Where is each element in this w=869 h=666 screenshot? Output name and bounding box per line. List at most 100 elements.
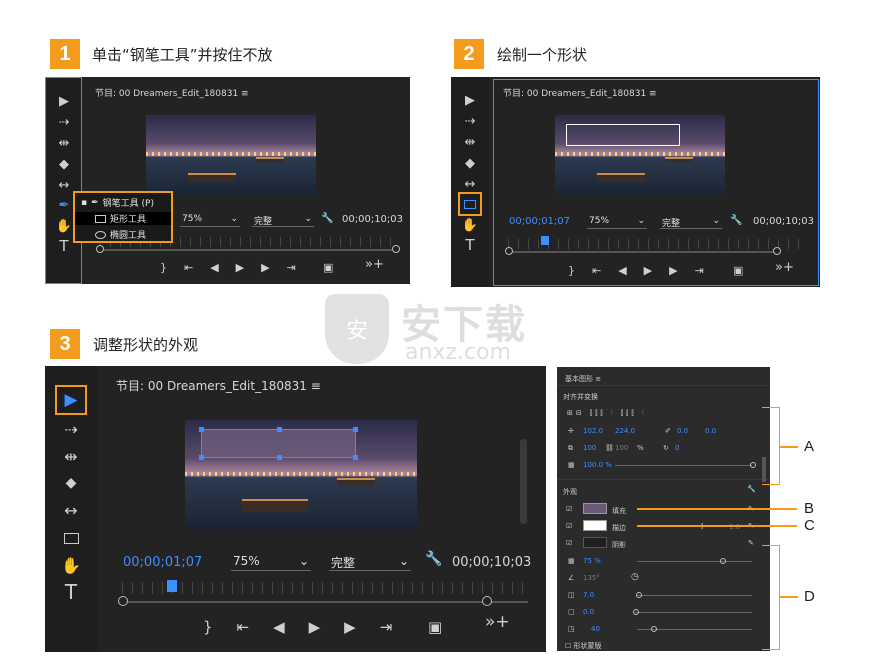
appearance-wrench-icon[interactable]: 🔧: [747, 485, 756, 493]
rotation-value[interactable]: 0: [675, 444, 679, 452]
shadow-opacity[interactable]: 75 %: [583, 557, 601, 565]
razor-icon[interactable]: ◆: [56, 156, 72, 172]
rectangle-tool-icon[interactable]: [59, 527, 83, 549]
button-editor-icon[interactable]: ▣: [428, 618, 442, 636]
scrub-track[interactable]: [123, 601, 528, 603]
razor-icon[interactable]: ◆: [462, 155, 478, 171]
menu-item-pen[interactable]: ▪ ✒ 钢笔工具 (P): [75, 196, 171, 210]
selection-tool-icon[interactable]: ▶: [462, 92, 478, 108]
type-tool-icon[interactable]: T: [56, 237, 72, 255]
track-select-icon[interactable]: ⇢: [56, 114, 72, 130]
ripple-edit-icon[interactable]: ⇹: [56, 135, 72, 151]
current-timecode[interactable]: 00;00;01;07: [509, 216, 570, 227]
out-point-knob[interactable]: [773, 247, 781, 255]
zoom-select[interactable]: 75% ⌄: [231, 554, 311, 571]
quality-select[interactable]: 完整 ⌄: [660, 216, 722, 229]
shadow-distance-slider[interactable]: [637, 595, 752, 596]
slip-icon[interactable]: ↔: [462, 176, 478, 192]
shadow-size-slider[interactable]: [635, 612, 752, 613]
type-tool-icon[interactable]: T: [59, 580, 83, 604]
hamburger-icon[interactable]: ≡: [311, 379, 321, 393]
anchor-y[interactable]: 0.0: [705, 427, 716, 435]
zoom-select[interactable]: 75% ⌄: [587, 216, 647, 229]
shadow-checkbox[interactable]: ☑: [566, 539, 572, 547]
hamburger-icon[interactable]: ≡: [241, 89, 249, 99]
selection-tool-icon[interactable]: ▶: [56, 93, 72, 109]
shadow-angle[interactable]: 135°: [583, 574, 600, 582]
pen-tool-icon[interactable]: ✒: [56, 197, 72, 213]
shadow-opacity-slider[interactable]: [637, 561, 752, 562]
add-stroke-icon[interactable]: +: [698, 521, 706, 532]
track-select-icon[interactable]: ⇢: [462, 113, 478, 129]
quality-select[interactable]: 完整 ⌄: [252, 214, 314, 227]
fill-checkbox[interactable]: ☑: [566, 505, 572, 513]
angle-dial-icon[interactable]: ◷: [631, 572, 639, 582]
type-tool-icon[interactable]: T: [462, 236, 478, 254]
shadow-blur[interactable]: 40: [591, 625, 600, 633]
in-point-knob[interactable]: [505, 247, 513, 255]
current-timecode[interactable]: 00;00;01;07: [123, 555, 202, 570]
shadow-size-knob[interactable]: [633, 609, 639, 615]
shadow-distance-knob[interactable]: [636, 592, 642, 598]
stroke-checkbox[interactable]: ☑: [566, 522, 572, 530]
hamburger-icon[interactable]: ≡: [649, 89, 657, 99]
menu-item-ellipse[interactable]: 椭圆工具: [75, 228, 171, 241]
add-button-icon[interactable]: »+: [775, 260, 794, 275]
tools-panel: ▶ ⇢ ⇹ ◆ ↔ ✒ ✋ T: [45, 77, 82, 284]
anchor-x[interactable]: 0.0: [677, 427, 688, 435]
selection-tool-icon[interactable]: ▶: [55, 385, 87, 415]
track-select-icon[interactable]: ⇢: [59, 418, 83, 440]
playhead[interactable]: [541, 236, 549, 245]
wrench-icon[interactable]: 🔧: [321, 213, 333, 224]
rectangle-tool-icon[interactable]: [458, 192, 482, 216]
button-editor-icon[interactable]: ▣: [323, 261, 333, 274]
scrollbar[interactable]: [520, 439, 527, 524]
wrench-icon[interactable]: 🔧: [425, 551, 442, 567]
scale-width[interactable]: 100: [583, 444, 596, 452]
razor-icon[interactable]: ◆: [59, 472, 83, 494]
add-button-icon[interactable]: »+: [485, 612, 510, 632]
opacity-value[interactable]: 100.0 %: [583, 461, 612, 469]
out-point-knob[interactable]: [482, 596, 492, 606]
playhead[interactable]: [167, 580, 177, 592]
shadow-eyedropper-icon[interactable]: ✎: [748, 539, 754, 547]
scale-height[interactable]: 100: [615, 444, 628, 452]
video-frame: [185, 420, 417, 529]
zoom-select[interactable]: 75% ⌄: [180, 214, 240, 227]
wrench-icon[interactable]: 🔧: [730, 215, 742, 226]
menu-item-rectangle[interactable]: 矩形工具: [75, 212, 171, 225]
hand-icon[interactable]: ✋: [462, 217, 478, 233]
quality-select[interactable]: 完整 ⌄: [329, 554, 411, 571]
in-point-knob[interactable]: [96, 245, 104, 253]
shadow-opacity-knob[interactable]: [720, 558, 726, 564]
fill-swatch[interactable]: [583, 503, 607, 514]
shadow-distance[interactable]: 7.0: [583, 591, 594, 599]
ripple-edit-icon[interactable]: ⇹: [59, 445, 83, 467]
hamburger-icon[interactable]: ≡: [595, 375, 601, 383]
drawn-rectangle-shape[interactable]: [566, 124, 680, 146]
link-icon[interactable]: ⛓: [605, 444, 614, 452]
ripple-edit-icon[interactable]: ⇹: [462, 134, 478, 150]
shadow-size[interactable]: 0.0: [583, 608, 594, 616]
slip-icon[interactable]: ↔: [59, 499, 83, 521]
position-y[interactable]: 224.0: [615, 427, 635, 435]
align-buttons[interactable]: ⊞⊟ ⫿⫿⫿ ⫶ ⫿⫿⫿ ⫶: [567, 409, 647, 418]
opacity-slider-knob[interactable]: [750, 462, 756, 468]
shadow-blur-knob[interactable]: [651, 626, 657, 632]
out-point-knob[interactable]: [392, 245, 400, 253]
opacity-slider[interactable]: [615, 465, 752, 466]
video-frame: [555, 115, 725, 195]
slip-icon[interactable]: ↔: [56, 177, 72, 193]
rectangle-shape-selected[interactable]: [199, 427, 358, 460]
in-point-knob[interactable]: [118, 596, 128, 606]
shape-mask-checkbox[interactable]: ☐ 形状蒙版: [565, 641, 602, 651]
stroke-swatch[interactable]: [583, 520, 607, 531]
position-x[interactable]: 102.0: [583, 427, 603, 435]
add-button-icon[interactable]: »+: [365, 257, 384, 272]
shadow-swatch[interactable]: [583, 537, 607, 548]
scrub-track[interactable]: [100, 249, 395, 251]
hand-icon[interactable]: ✋: [56, 218, 72, 234]
button-editor-icon[interactable]: ▣: [733, 264, 743, 277]
scrub-track[interactable]: [509, 251, 777, 253]
hand-icon[interactable]: ✋: [59, 554, 83, 576]
